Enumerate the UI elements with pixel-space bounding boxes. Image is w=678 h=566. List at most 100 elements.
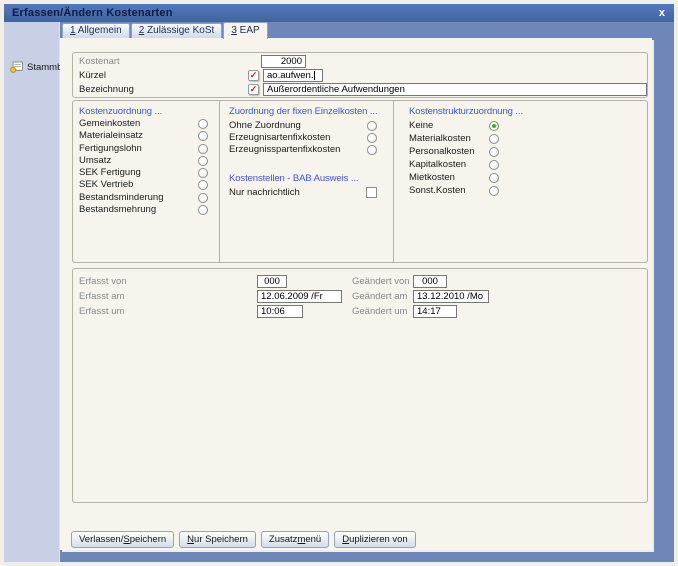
tab-bar: 1 Allgemein 2 Zulässige KoSt 3 EAP xyxy=(60,22,674,39)
option-row: SEK Fertigung xyxy=(79,167,208,178)
kostenzuordnung-header: Kostenzuordnung ... xyxy=(79,106,163,117)
main-area: 1 Allgemein 2 Zulässige KoSt 3 EAP Koste… xyxy=(60,22,674,562)
option-row: Erzeugnisartenfixkosten xyxy=(229,132,377,143)
radio-erzeugnisartenfixkosten[interactable] xyxy=(367,132,377,143)
button-bar: Verlassen/Speichern Nur Speichern Zusatz… xyxy=(71,531,416,548)
radio-kapitalkosten[interactable] xyxy=(489,159,499,170)
option-label: Materialeinsatz xyxy=(79,130,143,141)
option-label: SEK Vertrieb xyxy=(79,179,134,190)
radio-keine[interactable] xyxy=(489,120,499,131)
verlassen-speichern-button[interactable]: Verlassen/Speichern xyxy=(71,531,175,548)
option-label: Mietkosten xyxy=(409,172,455,183)
erfasst-am-label: Erfasst am xyxy=(79,291,125,302)
option-row: Materialkosten xyxy=(409,133,499,144)
option-label: Bestandsmehrung xyxy=(79,204,157,215)
bezeichnung-label: Bezeichnung xyxy=(79,84,134,95)
geaendert-am-label: Geändert am xyxy=(352,291,408,302)
option-label: Ohne Zuordnung xyxy=(229,120,301,131)
option-label: SEK Fertigung xyxy=(79,167,141,178)
erfasst-am-input[interactable]: 12.06.2009 /Fr xyxy=(257,290,342,303)
radio-materialeinsatz[interactable] xyxy=(198,130,208,141)
option-label: Bestandsminderung xyxy=(79,192,164,203)
content-panel: Kostenart 2000 Kürzel ✓ ao.aufwen. Bezei… xyxy=(60,38,652,550)
geaendert-von-input[interactable]: 000 xyxy=(413,275,447,288)
option-row: Bestandsmehrung xyxy=(79,204,208,215)
geaendert-von-value: 000 xyxy=(422,276,438,287)
option-row: Umsatz xyxy=(79,155,208,166)
radio-materialkosten[interactable] xyxy=(489,133,499,144)
kuerzel-input[interactable]: ao.aufwen. xyxy=(263,69,323,82)
option-label: Materialkosten xyxy=(409,133,471,144)
text-caret xyxy=(314,71,316,80)
zusatzmenu-button[interactable]: Zusatzmenü xyxy=(260,531,330,548)
option-row: Keine xyxy=(409,120,499,131)
radio-sek-vertrieb[interactable] xyxy=(198,179,208,190)
bab-ausweis-header: Kostenstellen - BAB Ausweis ... xyxy=(229,173,359,184)
erfasst-um-label: Erfasst um xyxy=(79,306,125,317)
option-label: Umsatz xyxy=(79,155,112,166)
radio-personalkosten[interactable] xyxy=(489,146,499,157)
fixe-einzelkosten-header: Zuordnung der fixen Einzelkosten ... xyxy=(229,106,378,117)
option-row: Bestandsminderung xyxy=(79,192,208,203)
option-row: Personalkosten xyxy=(409,146,499,157)
sidebar: Stammblatt xyxy=(4,22,75,562)
bezeichnung-input[interactable]: Außerordentliche Aufwendungen xyxy=(263,83,647,96)
radio-ohne-zuordnung[interactable] xyxy=(367,120,377,131)
form-icon xyxy=(10,61,23,73)
bezeichnung-check-icon[interactable]: ✓ xyxy=(248,84,259,95)
duplizieren-von-button[interactable]: Duplizieren von xyxy=(334,531,416,548)
tab-label: Zulässige KoSt xyxy=(144,25,215,36)
radio-bestandsminderung[interactable] xyxy=(198,192,208,203)
kuerzel-value: ao.aufwen. xyxy=(267,70,314,81)
option-row: Ohne Zuordnung xyxy=(229,120,377,131)
erfasst-um-value: 10:06 xyxy=(261,306,285,317)
kuerzel-check-icon[interactable]: ✓ xyxy=(248,70,259,81)
app-window: Erfassen/Ändern Kostenarten x Stammblatt… xyxy=(4,4,674,562)
radio-sonst-kosten[interactable] xyxy=(489,185,499,196)
option-row: Nur nachrichtlich xyxy=(229,187,377,198)
column-divider xyxy=(219,101,220,262)
kostenstruktur-header: Kostenstrukturzuordnung ... xyxy=(409,106,524,117)
radio-erzeugnisspartenfixkosten[interactable] xyxy=(367,144,377,155)
geaendert-am-input[interactable]: 13.12.2010 /Mo xyxy=(413,290,489,303)
option-row: Gemeinkosten xyxy=(79,118,208,129)
tab-zulaessige-kost[interactable]: 2 Zulässige KoSt xyxy=(130,23,223,38)
option-label: Nur nachrichtlich xyxy=(229,187,300,198)
option-row: Erzeugnisspartenfixkosten xyxy=(229,144,377,155)
option-label: Fertigungslohn xyxy=(79,143,142,154)
option-label: Personalkosten xyxy=(409,146,475,157)
nur-speichern-button[interactable]: Nur Speichern xyxy=(179,531,256,548)
option-label: Sonst.Kosten xyxy=(409,185,466,196)
radio-bestandsmehrung[interactable] xyxy=(198,204,208,215)
option-label: Erzeugnisartenfixkosten xyxy=(229,132,331,143)
option-label: Erzeugnisspartenfixkosten xyxy=(229,144,341,155)
button-label: Verlassen/Speichern xyxy=(79,534,167,545)
radio-sek-fertigung[interactable] xyxy=(198,167,208,178)
radio-fertigungslohn[interactable] xyxy=(198,143,208,154)
radio-gemeinkosten[interactable] xyxy=(198,118,208,129)
geaendert-am-value: 13.12.2010 /Mo xyxy=(417,291,484,302)
option-row: Mietkosten xyxy=(409,172,499,183)
group-audit: Erfasst von 000 Geändert von 000 Erfasst… xyxy=(72,268,648,503)
button-label: Nur Speichern xyxy=(187,534,248,545)
erfasst-von-input[interactable]: 000 xyxy=(257,275,287,288)
option-row: SEK Vertrieb xyxy=(79,179,208,190)
tab-allgemein[interactable]: 1 Allgemein xyxy=(62,23,130,38)
checkbox-nur-nachrichtlich[interactable] xyxy=(366,187,377,198)
close-icon[interactable]: x xyxy=(659,6,665,20)
radio-mietkosten[interactable] xyxy=(489,172,499,183)
geaendert-um-value: 14:17 xyxy=(417,306,441,317)
geaendert-um-input[interactable]: 14:17 xyxy=(413,305,457,318)
kuerzel-label: Kürzel xyxy=(79,70,106,81)
erfasst-am-value: 12.06.2009 /Fr xyxy=(261,291,323,302)
group-assignments: Kostenzuordnung ... Gemeinkosten Materia… xyxy=(72,100,648,263)
option-row: Fertigungslohn xyxy=(79,143,208,154)
tab-label: EAP xyxy=(236,25,260,36)
option-label: Gemeinkosten xyxy=(79,118,141,129)
erfasst-um-input[interactable]: 10:06 xyxy=(257,305,303,318)
radio-umsatz[interactable] xyxy=(198,155,208,166)
tab-label: Allgemein xyxy=(75,25,122,36)
kostenart-value: 2000 xyxy=(280,56,302,67)
kostenart-input[interactable]: 2000 xyxy=(261,55,306,68)
tab-eap[interactable]: 3 EAP xyxy=(223,22,268,39)
